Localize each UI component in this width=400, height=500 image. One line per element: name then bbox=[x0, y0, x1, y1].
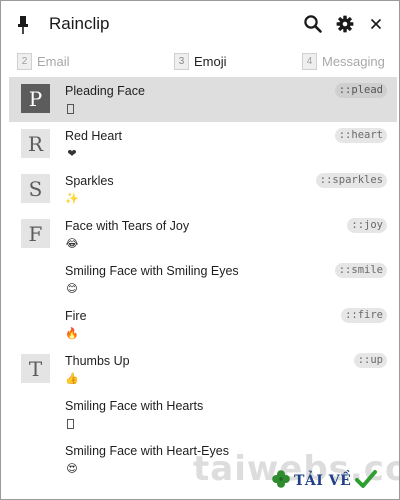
item-name: Red Heart bbox=[65, 129, 122, 143]
search-icon bbox=[303, 14, 323, 34]
shortcut-code: ::fire bbox=[341, 308, 387, 323]
item-name: Fire bbox=[65, 309, 87, 323]
shortcut-code: ::plead bbox=[334, 83, 387, 98]
list-item-tears-of-joy[interactable]: F Face with Tears of Joy 😂 ::joy bbox=[9, 212, 397, 257]
list-item-red-heart[interactable]: R Red Heart ❤ ::heart bbox=[9, 122, 397, 167]
group-letter: P bbox=[21, 84, 50, 113]
list-item-fire[interactable]: Fire 🔥 ::fire bbox=[9, 302, 397, 347]
tears-of-joy-icon: 😂 bbox=[65, 237, 79, 250]
settings-button[interactable] bbox=[334, 13, 356, 35]
thumbs-up-icon: 👍 bbox=[65, 372, 79, 385]
group-letter: R bbox=[21, 129, 50, 158]
list-item-pleading-face[interactable]: P Pleading Face ::plead bbox=[9, 77, 397, 122]
list-item-sparkles[interactable]: S Sparkles ✨ ::sparkles bbox=[9, 167, 397, 212]
group-letter: F bbox=[21, 219, 50, 248]
list-item-smiling-eyes[interactable]: Smiling Face with Smiling Eyes 😊 ::smile bbox=[9, 257, 397, 302]
tab-email[interactable]: 2 Email bbox=[17, 51, 70, 71]
download-badge: TẢI VỀ bbox=[271, 469, 378, 493]
sparkles-icon: ✨ bbox=[65, 192, 79, 205]
snippet-list: P Pleading Face ::plead R Red Heart ❤ ::… bbox=[9, 77, 397, 499]
item-name: Smiling Face with Hearts bbox=[65, 399, 204, 413]
tab-number: 2 bbox=[17, 52, 32, 70]
shortcut-code: ::smile bbox=[334, 263, 387, 278]
tab-number: 3 bbox=[174, 52, 189, 70]
tab-label: Email bbox=[37, 53, 70, 69]
app-window: Rainclip 2 Email 3 Emoji 4 Messaging P P… bbox=[0, 0, 400, 500]
heart-eyes-icon: 😍 bbox=[66, 462, 78, 475]
group-letter: S bbox=[21, 174, 50, 203]
close-icon bbox=[370, 18, 382, 30]
clover-icon bbox=[271, 469, 291, 493]
item-name: Face with Tears of Joy bbox=[65, 219, 190, 233]
heart-icon: ❤ bbox=[67, 147, 77, 160]
tab-number: 4 bbox=[302, 52, 317, 70]
group-letter: T bbox=[21, 354, 50, 383]
missing-glyph-icon bbox=[67, 104, 74, 114]
list-item-thumbs-up[interactable]: T Thumbs Up 👍 ::up bbox=[9, 347, 397, 392]
app-title: Rainclip bbox=[49, 14, 110, 33]
missing-glyph-icon bbox=[67, 419, 74, 429]
gear-icon bbox=[336, 15, 354, 33]
shortcut-code: ::up bbox=[353, 353, 387, 368]
close-button[interactable] bbox=[365, 13, 387, 35]
search-button[interactable] bbox=[302, 13, 324, 35]
tab-emoji[interactable]: 3 Emoji bbox=[174, 51, 227, 71]
item-name: Thumbs Up bbox=[65, 354, 130, 368]
item-name: Smiling Face with Smiling Eyes bbox=[65, 264, 239, 278]
smiling-face-icon: 😊 bbox=[66, 282, 78, 295]
item-name: Sparkles bbox=[65, 174, 114, 188]
pin-icon[interactable] bbox=[16, 15, 30, 35]
list-item-smiling-hearts[interactable]: Smiling Face with Hearts bbox=[9, 392, 397, 437]
shortcut-code: ::joy bbox=[347, 218, 387, 233]
tab-messaging[interactable]: 4 Messaging bbox=[302, 51, 385, 71]
tab-label: Emoji bbox=[194, 53, 227, 69]
checkmark-icon bbox=[355, 469, 378, 493]
badge-label: TẢI VỀ bbox=[294, 473, 352, 489]
fire-icon: 🔥 bbox=[65, 327, 79, 340]
shortcut-code: ::heart bbox=[334, 128, 387, 143]
shortcut-code: ::sparkles bbox=[315, 173, 387, 188]
category-tabs: 2 Email 3 Emoji 4 Messaging bbox=[1, 47, 399, 75]
tab-label: Messaging bbox=[322, 53, 385, 69]
title-bar: Rainclip bbox=[1, 1, 399, 47]
item-name: Pleading Face bbox=[65, 84, 145, 98]
